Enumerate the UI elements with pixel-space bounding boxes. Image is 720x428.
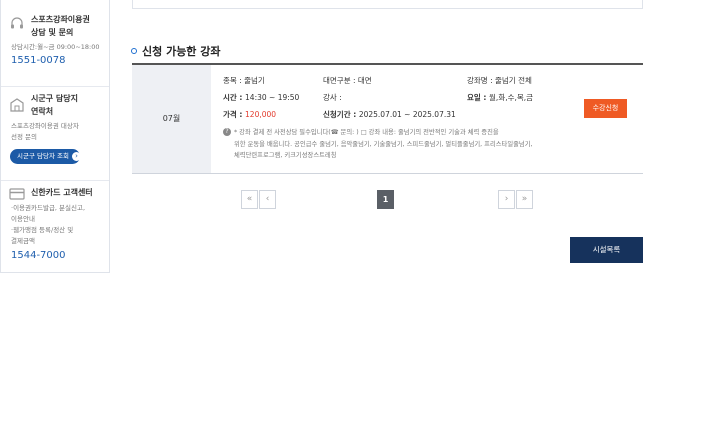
course-row: 07월 종목 : 줄넘기 시간 : 14:30 ~ 19:50 가격 : 120… [132, 63, 643, 174]
shinhan-phone: 1544-7000 [11, 250, 66, 261]
days-label: 요일 : [467, 93, 490, 102]
local-contact-desc-2: 선정 문의 [11, 133, 37, 141]
course-target: 대면구분 : 대면 [323, 76, 372, 85]
first-page-button[interactable]: « [241, 190, 258, 209]
local-contact-desc-1: 스포츠강좌이용권 대상자 [11, 122, 79, 130]
shinhan-line-1: ·이용권카드발급, 분실신고, [11, 204, 86, 212]
course-period: 신청기간 : 2025.07.01 ~ 2025.07.31 [323, 109, 456, 120]
course-notice: ? * 강좌 결제 전 사전상담 필수입니다(☎ 문의: ) □ 강좌 내용: 줄… [223, 127, 595, 162]
local-contact-title-1: 시군구 담당지 [31, 94, 78, 103]
sidebar: 스포츠강좌이용권 상담 및 문의 상담시간:월~금 09:00~18:00 15… [0, 0, 110, 273]
course-event: 종목 : 줄넘기 [223, 76, 265, 85]
sports-voucher-title-1: 스포츠강좌이용권 [31, 15, 90, 24]
notice-line-2: 위한 운동을 배웁니다. 공인급수 줄넘기, 음악줄넘기, 기술줄넘기, 스피드… [234, 140, 533, 148]
facility-list-button[interactable]: 시설목록 [570, 237, 643, 263]
last-page-button[interactable]: » [516, 190, 533, 209]
consult-hours: 상담시간:월~금 09:00~18:00 [11, 43, 100, 51]
days-value: 월,화,수,목,금 [489, 93, 534, 102]
previous-content-box [132, 0, 643, 9]
shinhan-line-3: ·웹가맹점 등록/정산 및 [11, 226, 74, 234]
period-label: 신청기간 : [323, 110, 359, 119]
bullet-circle-icon [131, 48, 137, 54]
price-label: 가격 : [223, 110, 246, 119]
shinhan-card-center: 신한카드 고객센터 ·이용권카드발급, 분실신고, 이용안내 ·웹가맹점 등록/… [1, 180, 109, 272]
shinhan-line-2: 이용안내 [11, 215, 35, 223]
course-time: 시간 : 14:30 ~ 19:50 [223, 92, 299, 103]
shinhan-line-4: 결제금액 [11, 237, 35, 245]
course-days: 요일 : 월,화,수,목,금 [467, 92, 533, 103]
price-value: 120,000 [245, 110, 277, 119]
course-price: 가격 : 120,000 [223, 109, 276, 120]
time-value: 14:30 ~ 19:50 [245, 93, 300, 102]
time-label: 시간 : [223, 93, 246, 102]
building-icon [10, 98, 24, 112]
local-contact-lookup-label: 시군구 담당자 조회 [17, 152, 69, 160]
sports-voucher-phone: 1551-0078 [11, 55, 66, 66]
prev-page-button[interactable]: ‹ [259, 190, 276, 209]
notice-line-1: * 강좌 결제 전 사전상담 필수입니다(☎ 문의: ) □ 강좌 내용: 줄넘… [234, 129, 499, 136]
info-icon: ? [223, 128, 231, 136]
section-title-text: 신청 가능한 강좌 [142, 45, 221, 58]
sports-voucher-contact: 스포츠강좌이용권 상담 및 문의 상담시간:월~금 09:00~18:00 15… [1, 8, 109, 78]
period-value: 2025.07.01 ~ 2025.07.31 [358, 110, 456, 119]
local-contact-title-2: 연락처 [31, 107, 54, 116]
local-contact-lookup-button[interactable]: 시군구 담당자 조회 › [10, 149, 81, 164]
notice-line-3: 체력단련프로그램, 키크기성장스트레칭 [234, 152, 337, 159]
course-month: 07월 [132, 65, 211, 173]
local-contact: 시군구 담당지 연락처 스포츠강좌이용권 대상자 선정 문의 시군구 담당자 조… [1, 86, 109, 178]
section-title: 신청 가능한 강좌 [131, 43, 221, 59]
page-1-button[interactable]: 1 [377, 190, 394, 209]
next-page-button[interactable]: › [498, 190, 515, 209]
credit-card-icon [9, 188, 25, 200]
headset-icon [11, 17, 23, 29]
apply-button[interactable]: 수강신청 [584, 99, 627, 118]
chevron-right-icon: › [71, 151, 81, 161]
course-name: 강좌명 : 줄넘기 전체 [467, 76, 532, 85]
sports-voucher-title-2: 상담 및 문의 [31, 28, 74, 37]
course-instructor: 강사 : [323, 93, 342, 102]
shinhan-title: 신한카드 고객센터 [31, 188, 93, 197]
